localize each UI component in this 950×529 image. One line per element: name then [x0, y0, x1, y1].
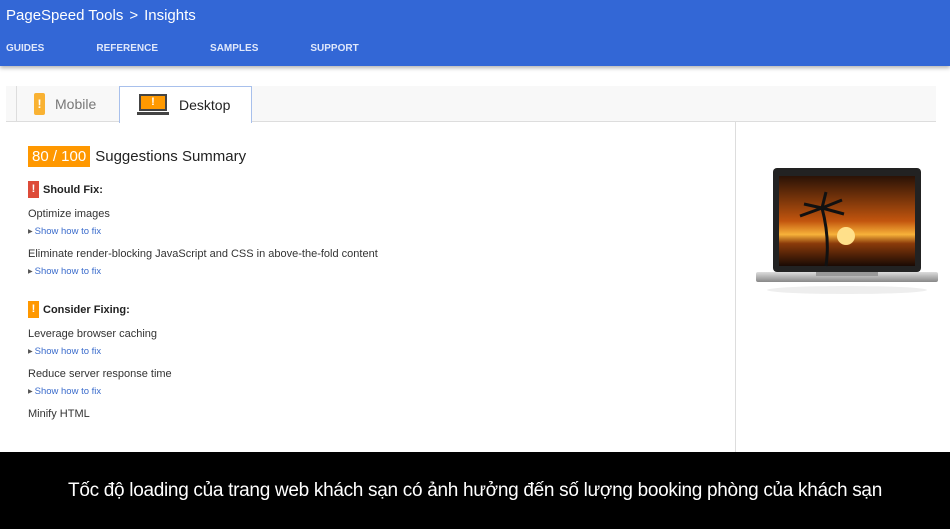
phone-warning-icon: ! — [34, 93, 45, 115]
nav-reference[interactable]: REFERENCE — [96, 43, 158, 54]
triangle-right-icon: ▶ — [28, 389, 33, 395]
show-how-to-fix-link[interactable]: ▶ Show how to fix — [28, 226, 718, 237]
triangle-right-icon: ▶ — [28, 269, 33, 275]
top-bar: PageSpeed Tools > Insights GUIDES REFERENC… — [0, 0, 950, 66]
tab-label: Mobile — [55, 96, 97, 112]
score-badge: 80 / 100 — [28, 146, 91, 167]
divider — [16, 86, 17, 122]
tab-mobile[interactable]: ! Mobile — [24, 86, 119, 122]
laptop-warning-icon: ! — [137, 94, 169, 116]
nav-support[interactable]: SUPPORT — [310, 43, 358, 54]
triangle-right-icon: ▶ — [28, 229, 33, 235]
brand-link[interactable]: PageSpeed Tools — [6, 7, 123, 24]
suggestions-panel: 80 / 100 Suggestions Summary ! Should Fix… — [28, 146, 718, 420]
show-how-to-fix-link[interactable]: ▶ Show how to fix — [28, 346, 718, 357]
triangle-right-icon: ▶ — [28, 349, 33, 355]
error-icon: ! — [28, 181, 39, 198]
device-tabs: ! Mobile ! Desktop — [6, 86, 936, 123]
tab-desktop[interactable]: ! Desktop — [119, 86, 252, 123]
warning-icon: ! — [28, 301, 39, 318]
nav-guides[interactable]: GUIDES — [6, 43, 44, 54]
link-label: Show how to fix — [34, 386, 102, 397]
rule-title: Optimize images — [28, 208, 110, 220]
show-how-to-fix-link[interactable]: ▶ Show how to fix — [28, 386, 718, 397]
rule-title: Minify HTML — [28, 408, 90, 420]
summary-title: Suggestions Summary — [95, 148, 247, 165]
nav-samples[interactable]: SAMPLES — [210, 43, 258, 54]
link-label: Show how to fix — [34, 346, 102, 357]
rule-title: Leverage browser caching — [28, 328, 158, 340]
divider — [735, 122, 736, 462]
chevron-right-icon: > — [129, 7, 139, 24]
page-title[interactable]: Insights — [144, 7, 196, 24]
desktop-preview-image — [756, 168, 938, 294]
show-how-to-fix-link[interactable]: ▶ Show how to fix — [28, 266, 718, 277]
tab-label: Desktop — [179, 97, 231, 113]
section-label: Should Fix: — [43, 183, 103, 196]
nav-bar: GUIDES REFERENCE SAMPLES SUPPORT — [0, 43, 405, 54]
rule-title: Reduce server response time — [28, 368, 172, 380]
link-label: Show how to fix — [34, 226, 102, 237]
should-fix-heading: ! Should Fix: — [28, 181, 718, 198]
consider-fixing-heading: ! Consider Fixing: — [28, 301, 718, 318]
section-label: Consider Fixing: — [43, 303, 130, 316]
link-label: Show how to fix — [34, 266, 102, 277]
breadcrumb: PageSpeed Tools > Insights — [6, 7, 196, 24]
score-header: 80 / 100 Suggestions Summary — [28, 146, 718, 167]
caption-banner: Tốc độ loading của trang web khách sạn c… — [0, 452, 950, 529]
rule-title: Eliminate render-blocking JavaScript and… — [28, 248, 378, 260]
